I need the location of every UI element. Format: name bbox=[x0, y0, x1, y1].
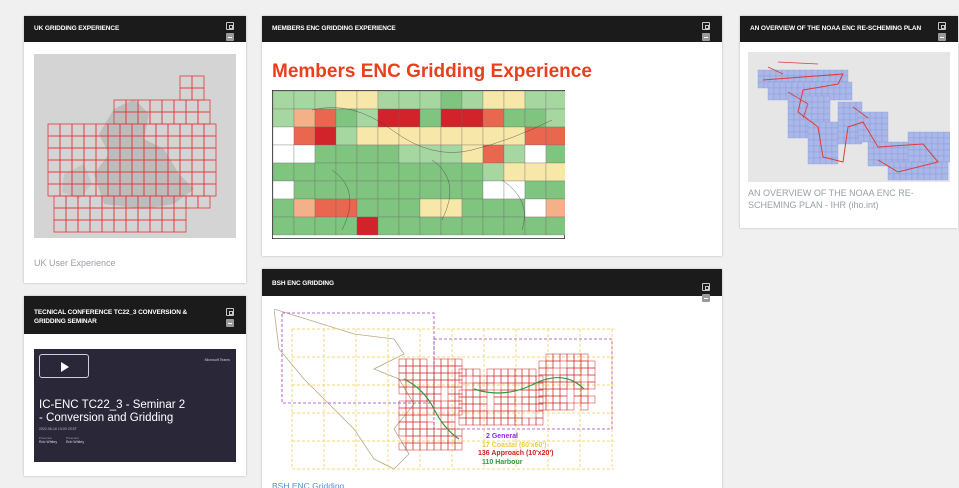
members-gridding-card: MEMBERS ENC GRIDDING EXPERIENCE Members … bbox=[262, 16, 722, 256]
noaa-great-lakes-map[interactable] bbox=[748, 52, 950, 182]
video-brand: Microsoft Teams bbox=[205, 358, 230, 362]
card-controls bbox=[702, 275, 712, 305]
bsh-gridding-card: BSH ENC GRIDDING 2 General 17 Coastal (6… bbox=[262, 269, 722, 488]
presenter-name-2: Rob Whitey bbox=[66, 440, 84, 444]
card-title: TECNICAL CONFERENCE TC22_3 CONVERSION & … bbox=[34, 308, 216, 326]
video-title: IC-ENC TC22_3 - Seminar 2 - Conversion a… bbox=[39, 399, 189, 425]
legend-coastal: 17 Coastal (60'x60') bbox=[482, 442, 553, 451]
legend-approach: 136 Approach (10'x20') bbox=[478, 450, 553, 459]
expand-icon[interactable] bbox=[226, 308, 234, 316]
legend-harbour: 110 Harbour bbox=[482, 459, 553, 468]
minimize-icon[interactable] bbox=[226, 319, 234, 327]
card-controls bbox=[226, 22, 236, 44]
card-title: MEMBERS ENC GRIDDING EXPERIENCE bbox=[272, 24, 692, 33]
card-title: AN OVERVIEW OF THE NOAA ENC RE-SCHEMING … bbox=[750, 24, 928, 33]
card-header: AN OVERVIEW OF THE NOAA ENC RE-SCHEMING … bbox=[740, 16, 958, 42]
uk-gridding-card: UK GRIDDING EXPERIENCE UK User Experienc… bbox=[24, 16, 246, 283]
expand-icon[interactable] bbox=[226, 22, 234, 30]
minimize-icon[interactable] bbox=[938, 33, 946, 41]
card-header: MEMBERS ENC GRIDDING EXPERIENCE bbox=[262, 16, 722, 42]
card-caption-link[interactable]: BSH ENC Gridding bbox=[272, 480, 344, 488]
card-caption-link[interactable]: AN OVERVIEW OF THE NOAA ENC RE-SCHEMING … bbox=[748, 187, 954, 211]
bsh-grid-map[interactable] bbox=[274, 309, 619, 474]
legend-general: 2 General bbox=[486, 433, 553, 442]
card-caption[interactable]: UK User Experience bbox=[34, 257, 116, 269]
card-title: BSH ENC GRIDDING bbox=[272, 279, 692, 288]
card-title: UK GRIDDING EXPERIENCE bbox=[34, 24, 216, 33]
card-controls bbox=[702, 22, 712, 44]
expand-icon[interactable] bbox=[702, 22, 710, 30]
video-date: 2022-06-16 13:00 CEST bbox=[39, 427, 77, 431]
expand-icon[interactable] bbox=[702, 283, 710, 291]
expand-icon[interactable] bbox=[938, 22, 946, 30]
card-header: UK GRIDDING EXPERIENCE bbox=[24, 16, 246, 42]
card-controls bbox=[226, 308, 236, 330]
uk-grid-map[interactable] bbox=[34, 54, 236, 238]
card-header: BSH ENC GRIDDING bbox=[262, 269, 722, 296]
bsh-legend: 2 General 17 Coastal (60'x60') 136 Appro… bbox=[482, 433, 553, 467]
card-header: TECNICAL CONFERENCE TC22_3 CONVERSION & … bbox=[24, 296, 246, 334]
play-icon bbox=[61, 362, 69, 372]
members-chart-title: Members ENC Gridding Experience bbox=[272, 61, 592, 83]
presenter-name-1: Rob Whitey bbox=[39, 440, 57, 444]
noaa-rescheming-card: AN OVERVIEW OF THE NOAA ENC RE-SCHEMING … bbox=[740, 16, 958, 228]
video-thumbnail[interactable]: Microsoft Teams IC-ENC TC22_3 - Seminar … bbox=[34, 349, 236, 462]
card-controls bbox=[938, 22, 948, 44]
minimize-icon[interactable] bbox=[226, 33, 234, 41]
tc22-seminar-card: TECNICAL CONFERENCE TC22_3 CONVERSION & … bbox=[24, 296, 246, 476]
minimize-icon[interactable] bbox=[702, 294, 710, 302]
minimize-icon[interactable] bbox=[702, 33, 710, 41]
members-grid-map[interactable] bbox=[272, 90, 565, 239]
play-button[interactable] bbox=[39, 354, 89, 378]
